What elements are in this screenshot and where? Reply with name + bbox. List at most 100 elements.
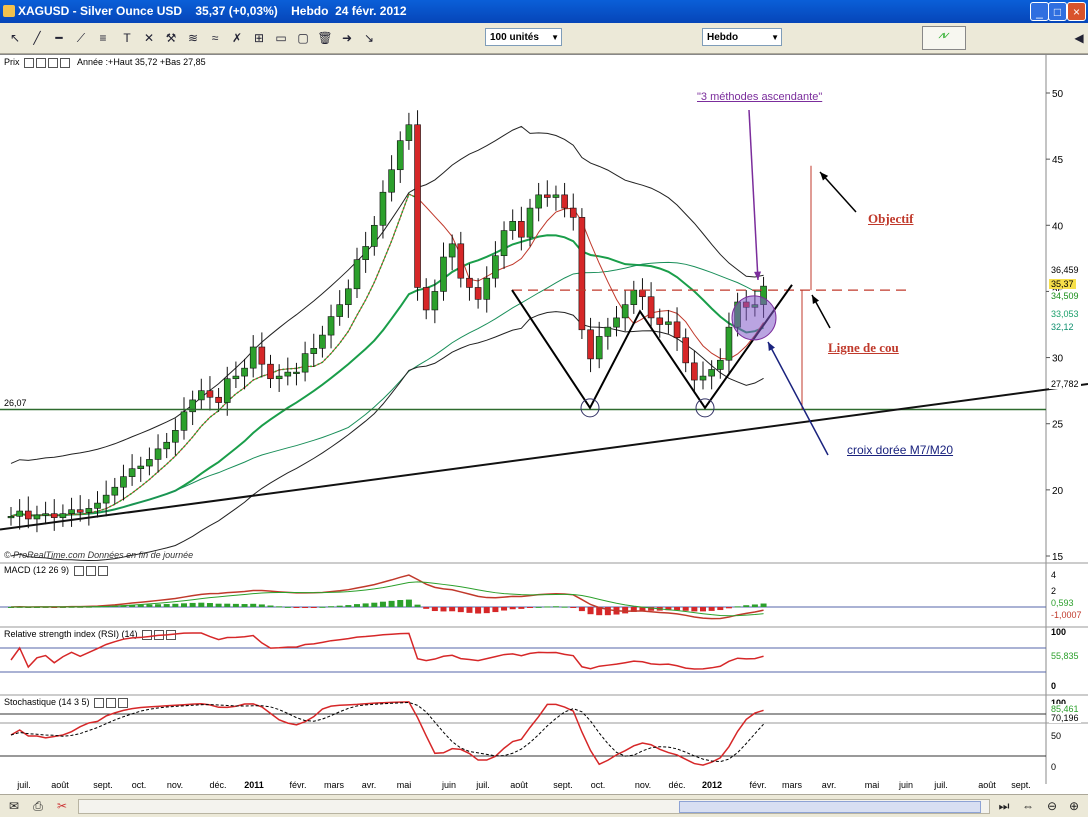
macd-histogram-bar bbox=[725, 607, 732, 609]
candle-body bbox=[206, 390, 214, 398]
text-tool-icon[interactable]: T bbox=[118, 29, 136, 47]
stoch-d-value: 70,196 bbox=[1049, 713, 1081, 723]
macd-value: 0,593 bbox=[1049, 598, 1076, 608]
candle-body bbox=[59, 513, 67, 518]
candle-body bbox=[370, 224, 378, 247]
macd-histogram-bar bbox=[224, 603, 231, 607]
gann-icon[interactable]: ✗ bbox=[228, 29, 246, 47]
rectangle-icon[interactable]: ▭ bbox=[272, 29, 290, 47]
macd-histogram-bar bbox=[535, 606, 542, 608]
frame-icon[interactable]: ▢ bbox=[294, 29, 312, 47]
candle-body bbox=[379, 191, 387, 226]
fan-icon[interactable]: ✕ bbox=[140, 29, 158, 47]
fibonacci-fan-icon[interactable]: ≈ bbox=[206, 29, 224, 47]
x-axis-label: oct. bbox=[591, 780, 606, 790]
x-axis-label: mai bbox=[397, 780, 412, 790]
candle-body bbox=[630, 289, 638, 305]
trendline-icon[interactable]: ⟋ bbox=[72, 29, 90, 47]
x-axis-label: août bbox=[51, 780, 69, 790]
candle-body bbox=[76, 509, 84, 513]
scroll-end-icon[interactable]: ⏭ bbox=[996, 798, 1012, 814]
macd-histogram-bar bbox=[492, 607, 499, 613]
bottom-toolbar: ✉ ⎙ ✂ ⏭ ⇔ ⊖ ⊕ bbox=[0, 794, 1088, 817]
price-chart[interactable]: 1520253035404550juil.aoûtsept.oct.nov.dé… bbox=[0, 54, 1088, 794]
macd-histogram-bar bbox=[708, 607, 715, 611]
candle-body bbox=[422, 287, 430, 311]
x-axis-label: mars bbox=[324, 780, 344, 790]
macd-histogram-bar bbox=[336, 605, 343, 607]
line-tool-icon[interactable]: ╱ bbox=[28, 29, 46, 47]
stoch-tick-50: 50 bbox=[1051, 731, 1062, 741]
macd-histogram-bar bbox=[440, 607, 447, 612]
macd-histogram-bar bbox=[414, 604, 421, 607]
trash-icon[interactable]: 🗑 bbox=[316, 29, 334, 47]
neckline-annotation: Ligne de cou bbox=[828, 340, 899, 355]
app-icon bbox=[3, 5, 15, 17]
candle-body bbox=[198, 390, 205, 401]
fibonacci-icon[interactable]: ≋ bbox=[184, 29, 202, 47]
candle-body bbox=[146, 459, 153, 467]
candle-body bbox=[621, 304, 629, 319]
candle-body bbox=[518, 221, 525, 238]
three-methods-arrow bbox=[748, 109, 762, 281]
channel-icon[interactable]: ≡ bbox=[94, 29, 112, 47]
x-axis-label: nov. bbox=[635, 780, 651, 790]
scissors-icon[interactable]: ✂ bbox=[54, 798, 70, 814]
macd-signal-value: -1,0007 bbox=[1049, 610, 1084, 620]
candle-body bbox=[16, 510, 23, 517]
candle-body bbox=[691, 362, 698, 381]
maximize-button[interactable]: □ bbox=[1048, 2, 1067, 21]
horizontal-scrollbar[interactable] bbox=[78, 799, 990, 814]
pointer-icon[interactable]: ↖ bbox=[6, 29, 24, 47]
candle-body bbox=[431, 291, 439, 311]
zoom-out-icon[interactable]: ⊖ bbox=[1044, 798, 1060, 814]
horizontal-line-icon[interactable]: ━ bbox=[50, 29, 68, 47]
objective-arrow bbox=[819, 171, 857, 213]
scrollbar-thumb[interactable] bbox=[679, 801, 981, 813]
candle-body bbox=[500, 230, 508, 257]
macd-histogram-bar bbox=[189, 602, 196, 607]
macd-histogram-bar bbox=[622, 607, 629, 614]
macd-histogram-bar bbox=[258, 604, 265, 607]
units-select[interactable]: 100 unités ▼ bbox=[485, 28, 562, 46]
candle-body bbox=[94, 502, 101, 509]
macd-histogram-bar bbox=[155, 604, 162, 607]
close-button[interactable]: × bbox=[1067, 2, 1086, 21]
mail-icon[interactable]: ✉ bbox=[6, 798, 22, 814]
x-axis-label: juil. bbox=[475, 780, 490, 790]
x-axis-label: août bbox=[978, 780, 996, 790]
chart-type-icon[interactable]: ⩘⩗ bbox=[922, 26, 966, 50]
candle-body bbox=[587, 329, 594, 360]
macd-histogram-bar bbox=[760, 603, 767, 607]
macd-histogram-bar bbox=[743, 605, 750, 607]
golden-cross-annotation: croix dorée M7/M20 bbox=[847, 443, 954, 457]
period-select[interactable]: Hebdo ▼ bbox=[702, 28, 782, 46]
candle-body bbox=[682, 337, 690, 364]
macd-histogram-bar bbox=[198, 602, 205, 607]
macd-histogram-bar bbox=[405, 599, 412, 607]
candle-body bbox=[396, 140, 404, 171]
candle-body bbox=[319, 334, 326, 349]
print-icon[interactable]: ⎙ bbox=[30, 798, 46, 814]
x-axis-label: juin bbox=[441, 780, 456, 790]
candle-body bbox=[232, 375, 240, 380]
candle-body bbox=[613, 317, 620, 328]
arrow-right-icon[interactable]: ➜ bbox=[338, 29, 356, 47]
cursor-options-icon[interactable]: ↘ bbox=[360, 29, 378, 47]
y-tick-label: 25 bbox=[1052, 420, 1064, 431]
units-select-value: 100 unités bbox=[490, 32, 539, 43]
grid-tool-icon[interactable]: ⊞ bbox=[250, 29, 268, 47]
side-panel-icon[interactable]: ◀ bbox=[1070, 29, 1088, 47]
macd-histogram-bar bbox=[700, 607, 706, 612]
macd-histogram-bar bbox=[397, 600, 404, 607]
y-tick-label: 45 bbox=[1052, 155, 1064, 166]
zoom-in-icon[interactable]: ⊕ bbox=[1066, 798, 1082, 814]
fit-icon[interactable]: ⇔ bbox=[1020, 798, 1036, 814]
candle-body bbox=[223, 378, 231, 403]
candle-body bbox=[665, 321, 672, 325]
minimize-button[interactable]: _ bbox=[1030, 2, 1049, 21]
candle-body bbox=[604, 326, 612, 337]
tools-icon[interactable]: ⚒ bbox=[162, 29, 180, 47]
candle-body bbox=[50, 513, 58, 518]
macd-histogram-bar bbox=[276, 606, 283, 608]
